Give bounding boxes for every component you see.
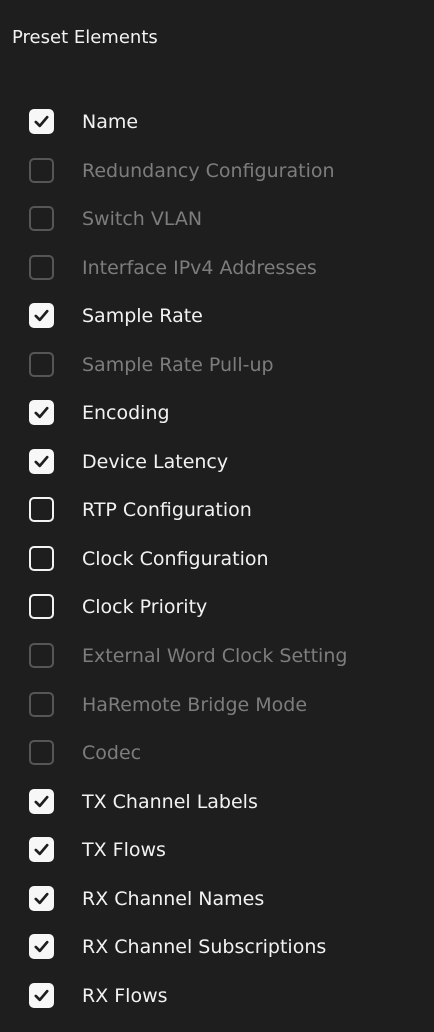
preset-item-encoding[interactable]: Encoding	[0, 389, 434, 438]
checkmark-icon	[34, 407, 49, 419]
preset-elements-panel: Preset Elements Name Redundancy Configura…	[0, 0, 434, 1032]
preset-item-rtp-configuration[interactable]: RTP Configuration	[0, 486, 434, 535]
preset-item-tx-channel-labels[interactable]: TX Channel Labels	[0, 778, 434, 827]
preset-item-rx-channel-names[interactable]: RX Channel Names	[0, 875, 434, 924]
item-label: Clock Priority	[82, 596, 208, 619]
checkbox[interactable]	[29, 594, 54, 620]
item-label: RX Channel Names	[82, 887, 265, 910]
checkmark-icon	[34, 309, 49, 322]
checkbox[interactable]	[29, 109, 54, 134]
preset-item-tx-flows[interactable]: TX Flows	[0, 826, 434, 875]
item-label: RX Flows	[82, 984, 168, 1007]
preset-item-switch-vlan: Switch VLAN	[0, 195, 434, 244]
item-label: RX Channel Subscriptions	[82, 936, 327, 959]
item-label: TX Flows	[82, 839, 166, 862]
preset-item-rx-flows[interactable]: RX Flows	[0, 972, 434, 1021]
preset-item-rx-channel-subscriptions[interactable]: RX Channel Subscriptions	[0, 923, 434, 972]
preset-item-clock-configuration[interactable]: Clock Configuration	[0, 535, 434, 584]
checkbox	[29, 691, 54, 717]
item-label: Device Latency	[82, 450, 229, 473]
checkbox[interactable]	[29, 788, 54, 814]
item-label: Clock Configuration	[82, 547, 269, 570]
item-label: Interface IPv4 Addresses	[82, 256, 317, 279]
checkbox	[29, 740, 54, 766]
checkbox[interactable]	[29, 934, 54, 960]
preset-item-sample-rate-pull-up: Sample Rate Pull-up	[0, 341, 434, 390]
item-label: Encoding	[82, 402, 170, 425]
checkmark-icon	[34, 115, 49, 128]
checkbox[interactable]	[29, 982, 54, 1008]
checkbox[interactable]	[29, 448, 54, 474]
checkbox	[29, 351, 54, 377]
checkbox	[29, 157, 54, 183]
preset-item-interface-ipv4-addresses: Interface IPv4 Addresses	[0, 244, 434, 293]
item-label: Switch VLAN	[82, 208, 203, 231]
preset-item-device-latency[interactable]: Device Latency	[0, 438, 434, 487]
checkbox[interactable]	[29, 885, 54, 911]
checkbox	[29, 206, 54, 232]
item-label: Sample Rate	[82, 305, 203, 328]
checkmark-icon	[34, 844, 49, 856]
checkmark-icon	[34, 892, 49, 904]
checkbox	[29, 254, 54, 280]
panel-title: Preset Elements	[12, 27, 158, 48]
item-label: Redundancy Configuration	[82, 159, 335, 182]
checkmark-icon	[34, 941, 49, 953]
checkbox	[29, 643, 54, 669]
checkmark-icon	[34, 989, 49, 1002]
checkbox[interactable]	[29, 545, 54, 571]
checkbox[interactable]	[29, 837, 54, 863]
checkbox[interactable]	[29, 497, 54, 523]
item-label: Sample Rate Pull-up	[82, 353, 274, 376]
item-label: Name	[82, 111, 139, 133]
checkbox[interactable]	[29, 303, 54, 329]
preset-item-sample-rate[interactable]: Sample Rate	[0, 292, 434, 341]
preset-element-list: Name Redundancy Configuration Switch VLAN I…	[0, 98, 434, 1020]
preset-item-external-word-clock-setting: External Word Clock Setting	[0, 632, 434, 681]
checkmark-icon	[34, 795, 49, 807]
item-label: TX Channel Labels	[82, 790, 258, 813]
item-label: External Word Clock Setting	[82, 645, 348, 668]
item-label: RTP Configuration	[82, 499, 252, 522]
preset-item-redundancy-configuration: Redundancy Configuration	[0, 147, 434, 196]
preset-item-haremote-bridge-mode: HaRemote Bridge Mode	[0, 681, 434, 730]
checkmark-icon	[34, 455, 49, 468]
checkbox[interactable]	[29, 400, 54, 426]
preset-item-name[interactable]: Name	[0, 98, 434, 147]
item-label: Codec	[82, 742, 142, 765]
preset-item-codec: Codec	[0, 729, 434, 778]
preset-item-clock-priority[interactable]: Clock Priority	[0, 583, 434, 632]
item-label: HaRemote Bridge Mode	[82, 693, 308, 716]
